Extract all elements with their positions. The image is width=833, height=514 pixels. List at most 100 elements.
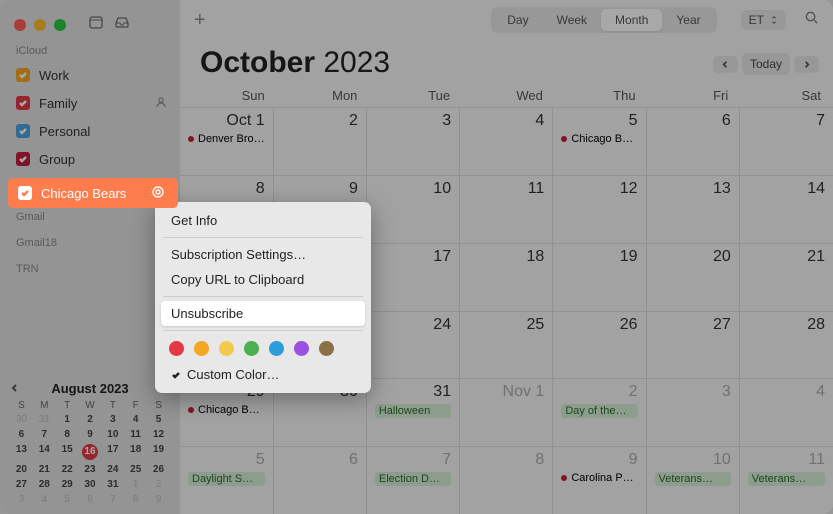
day-cell[interactable]: 14 <box>740 175 833 243</box>
day-cell[interactable]: Nov 1 <box>460 378 553 446</box>
day-cell[interactable]: 2Day of the… <box>553 378 646 446</box>
mini-day[interactable]: 29 <box>56 478 79 491</box>
mini-day[interactable]: 6 <box>10 428 33 441</box>
day-cell[interactable]: 17 <box>367 243 460 311</box>
checkbox-icon[interactable] <box>16 68 30 82</box>
day-cell[interactable]: 31Halloween <box>367 378 460 446</box>
day-cell[interactable]: 6 <box>647 107 740 175</box>
mini-day[interactable]: 4 <box>124 413 147 426</box>
event[interactable]: Day of the… <box>561 404 637 418</box>
event[interactable]: Chicago B… <box>188 404 265 416</box>
mini-day[interactable]: 20 <box>10 463 33 476</box>
mini-day[interactable]: 15 <box>56 443 79 461</box>
day-cell[interactable]: 13 <box>647 175 740 243</box>
event[interactable]: Veterans… <box>655 472 731 486</box>
mini-day[interactable]: 7 <box>101 493 124 506</box>
day-cell[interactable]: 6 <box>274 446 367 514</box>
event[interactable]: Carolina P… <box>561 472 637 484</box>
day-cell[interactable]: 26 <box>553 311 646 379</box>
event[interactable]: Daylight S… <box>188 472 265 486</box>
view-week[interactable]: Week <box>543 9 601 31</box>
day-cell[interactable]: 19 <box>553 243 646 311</box>
mini-day[interactable]: 31 <box>33 413 56 426</box>
mini-day[interactable]: 11 <box>124 428 147 441</box>
view-day[interactable]: Day <box>493 9 542 31</box>
mini-day[interactable]: 24 <box>101 463 124 476</box>
add-event-button[interactable]: + <box>194 9 206 32</box>
day-cell[interactable]: 7Election D… <box>367 446 460 514</box>
calendar-group[interactable]: Group <box>0 145 180 173</box>
event[interactable]: Veterans… <box>748 472 825 486</box>
color-swatch[interactable] <box>194 341 209 356</box>
day-cell[interactable]: 5Chicago B… <box>553 107 646 175</box>
mini-day[interactable]: 30 <box>79 478 102 491</box>
day-cell[interactable]: 3 <box>647 378 740 446</box>
day-cell[interactable]: 10 <box>367 175 460 243</box>
day-cell[interactable]: 7 <box>740 107 833 175</box>
mini-day[interactable]: 8 <box>56 428 79 441</box>
checkbox-icon[interactable] <box>18 186 32 200</box>
day-cell[interactable]: 8 <box>460 446 553 514</box>
mini-day[interactable]: 17 <box>101 443 124 461</box>
mini-day[interactable]: 2 <box>147 478 170 491</box>
mini-day[interactable]: 3 <box>10 493 33 506</box>
mini-day[interactable]: 12 <box>147 428 170 441</box>
timezone-picker[interactable]: ET <box>741 10 786 30</box>
mini-day[interactable]: 3 <box>101 413 124 426</box>
menu-unsubscribe[interactable]: Unsubscribe <box>161 301 365 326</box>
minimize-window[interactable] <box>34 19 46 31</box>
mini-day[interactable]: 26 <box>147 463 170 476</box>
day-cell[interactable]: 4 <box>740 378 833 446</box>
mini-day[interactable]: 18 <box>124 443 147 461</box>
mini-day[interactable]: 6 <box>79 493 102 506</box>
day-cell[interactable]: 20 <box>647 243 740 311</box>
mini-day[interactable]: 8 <box>124 493 147 506</box>
checkbox-icon[interactable] <box>16 152 30 166</box>
mini-day[interactable]: 27 <box>10 478 33 491</box>
mini-day[interactable]: 5 <box>147 413 170 426</box>
calendar-family[interactable]: Family <box>0 89 180 117</box>
day-cell[interactable]: 5Daylight S… <box>180 446 274 514</box>
event[interactable]: Halloween <box>375 404 451 418</box>
close-window[interactable] <box>14 19 26 31</box>
prev-month[interactable] <box>713 56 738 73</box>
mini-day[interactable]: 5 <box>56 493 79 506</box>
mini-day[interactable]: 30 <box>10 413 33 426</box>
mini-day[interactable]: 1 <box>124 478 147 491</box>
menu-get-info[interactable]: Get Info <box>161 208 365 233</box>
view-year[interactable]: Year <box>662 9 714 31</box>
mini-day[interactable]: 1 <box>56 413 79 426</box>
menu-custom-color[interactable]: Custom Color… <box>161 362 365 387</box>
calendar-work[interactable]: Work <box>0 61 180 89</box>
next-month[interactable] <box>794 56 819 73</box>
day-cell[interactable]: Oct 1Denver Bro… <box>180 107 274 175</box>
color-swatch[interactable] <box>169 341 184 356</box>
mini-day[interactable]: 14 <box>33 443 56 461</box>
menu-copy-url[interactable]: Copy URL to Clipboard <box>161 267 365 292</box>
color-swatch[interactable] <box>269 341 284 356</box>
day-cell[interactable]: 3 <box>367 107 460 175</box>
mini-day[interactable]: 21 <box>33 463 56 476</box>
calendar-icon[interactable] <box>88 14 104 35</box>
day-cell[interactable]: 11Veterans… <box>740 446 833 514</box>
day-cell[interactable]: 25 <box>460 311 553 379</box>
mini-day[interactable]: 7 <box>33 428 56 441</box>
day-cell[interactable]: 12 <box>553 175 646 243</box>
mini-day[interactable]: 2 <box>79 413 102 426</box>
mini-prev[interactable] <box>10 381 20 396</box>
mini-day[interactable]: 28 <box>33 478 56 491</box>
color-swatch[interactable] <box>219 341 234 356</box>
view-month[interactable]: Month <box>601 9 662 31</box>
day-cell[interactable]: 10Veterans… <box>647 446 740 514</box>
day-cell[interactable]: 28 <box>740 311 833 379</box>
today-button[interactable]: Today <box>742 53 790 75</box>
calendar-personal[interactable]: Personal <box>0 117 180 145</box>
mini-day[interactable]: 10 <box>101 428 124 441</box>
day-cell[interactable]: 24 <box>367 311 460 379</box>
color-swatch[interactable] <box>294 341 309 356</box>
event[interactable]: Election D… <box>375 472 451 486</box>
day-cell[interactable]: 9Carolina P… <box>553 446 646 514</box>
event[interactable]: Denver Bro… <box>188 133 265 145</box>
mini-day[interactable]: 16 <box>79 443 102 461</box>
mini-day[interactable]: 31 <box>101 478 124 491</box>
